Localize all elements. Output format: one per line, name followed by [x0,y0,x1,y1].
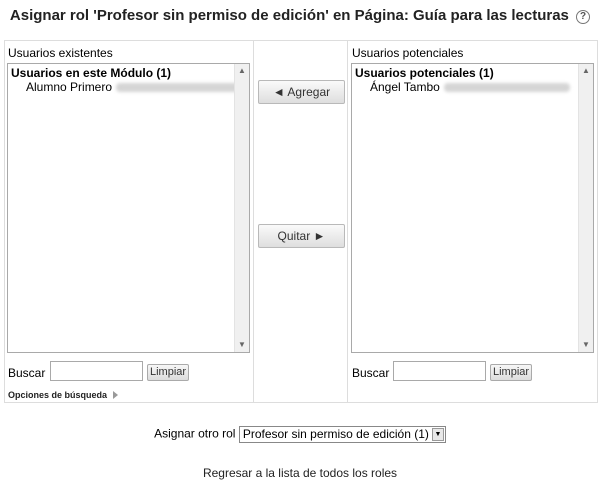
potential-search-input[interactable] [393,361,486,381]
scroll-down-icon[interactable]: ▼ [579,338,593,352]
existing-users-listbox[interactable]: Usuarios en este Módulo (1) Alumno Prime… [7,63,250,353]
existing-users-heading: Usuarios existentes [8,46,113,60]
scroll-up-icon[interactable]: ▲ [235,64,249,78]
scroll-down-icon[interactable]: ▼ [235,338,249,352]
add-button[interactable]: ◄ Agregar [258,80,345,104]
page-title: Asignar rol 'Profesor sin permiso de edi… [0,7,600,24]
search-options-toggle[interactable]: Opciones de búsqueda [8,390,119,400]
potential-clear-button[interactable]: Limpiar [490,364,533,381]
existing-user-option[interactable]: Alumno Primero [26,80,243,94]
potential-users-group: Usuarios potenciales (1) [355,66,494,80]
search-options-label: Opciones de búsqueda [8,390,108,400]
other-role-select[interactable]: Profesor sin permiso de edición (1) ▼ [238,426,446,443]
potential-search-label: Buscar [352,366,390,380]
existing-search-label: Buscar [8,366,46,380]
potential-user-option[interactable]: Ángel Tambo [370,80,570,94]
expand-arrow-icon [113,391,119,399]
divider-left [253,40,254,403]
page-title-text: Asignar rol 'Profesor sin permiso de edi… [9,7,569,24]
other-role-label: Asignar otro rol [154,426,236,441]
redacted-email [443,83,570,93]
existing-users-group: Usuarios en este Módulo (1) [11,66,172,80]
potential-users-heading: Usuarios potenciales [352,46,464,60]
other-role-selected: Profesor sin permiso de edición (1) [242,427,429,441]
back-to-roles-link[interactable]: Regresar a la lista de todos los roles [0,466,600,480]
existing-user-name: Alumno Primero [26,80,113,94]
remove-button[interactable]: Quitar ► [258,224,345,248]
divider-right [347,40,348,403]
existing-users-scrollbar[interactable]: ▲ ▼ [234,64,249,352]
existing-search-input[interactable] [50,361,143,381]
help-icon[interactable]: ? [576,10,591,24]
dropdown-arrow-icon[interactable]: ▼ [431,428,444,441]
potential-users-scrollbar[interactable]: ▲ ▼ [578,64,593,352]
assign-other-role: Asignar otro rol Profesor sin permiso de… [0,426,600,443]
existing-clear-button[interactable]: Limpiar [147,364,190,381]
redacted-email [116,83,243,93]
scroll-up-icon[interactable]: ▲ [579,64,593,78]
potential-user-name: Ángel Tambo [370,80,440,94]
potential-users-listbox[interactable]: Usuarios potenciales (1) Ángel Tambo ▲ ▼ [351,63,594,353]
